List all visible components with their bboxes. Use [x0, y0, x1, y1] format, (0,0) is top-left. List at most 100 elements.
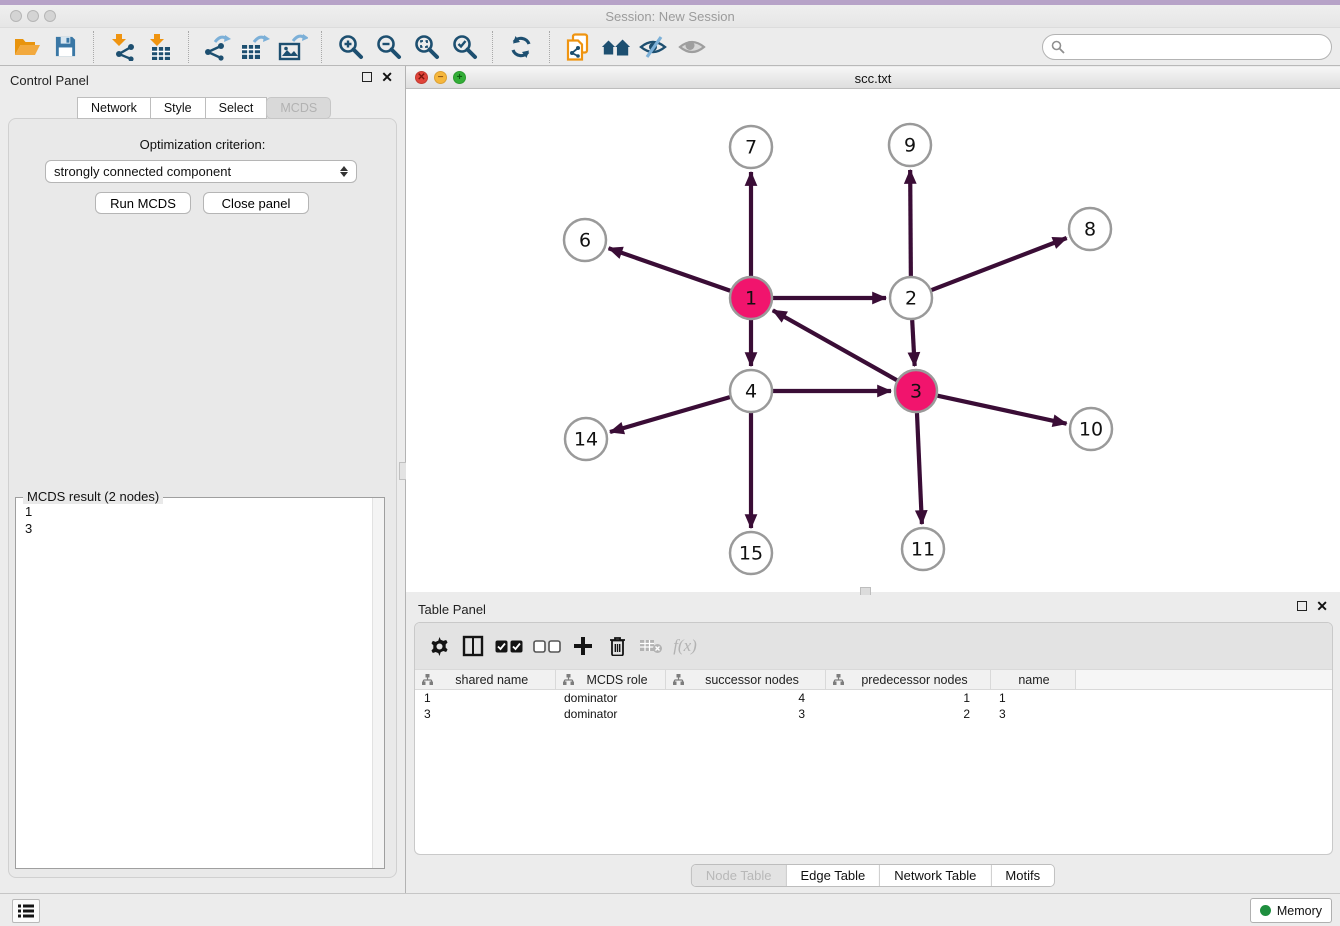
- graph-node-15[interactable]: 15: [730, 532, 772, 574]
- tab-network-table[interactable]: Network Table: [880, 865, 991, 886]
- graph-node-14[interactable]: 14: [565, 418, 607, 460]
- table-cell[interactable]: dominator: [555, 706, 665, 722]
- mcds-result-values[interactable]: 13: [16, 498, 384, 542]
- hide-selected-button[interactable]: [639, 32, 669, 62]
- graph-node-1[interactable]: 1: [730, 277, 772, 319]
- show-column-button[interactable]: [461, 633, 485, 659]
- add-column-button[interactable]: [571, 633, 595, 659]
- zoom-out-button[interactable]: [373, 32, 403, 62]
- zoom-out-icon: [375, 33, 402, 60]
- delete-table-button[interactable]: [639, 633, 663, 659]
- import-table-button[interactable]: [145, 32, 175, 62]
- open-session-button[interactable]: [12, 32, 42, 62]
- memory-button[interactable]: Memory: [1250, 898, 1332, 923]
- plus-icon: [573, 636, 593, 656]
- criterion-dropdown[interactable]: strongly connected component: [45, 160, 357, 183]
- export-table-icon: [240, 33, 270, 61]
- float-table-panel-icon[interactable]: [1297, 601, 1307, 611]
- column-header-successor-nodes[interactable]: successor nodes: [665, 670, 825, 690]
- graph-edge-2-8[interactable]: [932, 238, 1067, 290]
- delete-column-button[interactable]: [605, 633, 629, 659]
- graph-node-10[interactable]: 10: [1070, 408, 1112, 450]
- close-panel-icon[interactable]: ✕: [381, 72, 393, 82]
- table-cell[interactable]: 1: [825, 690, 990, 706]
- select-all-button[interactable]: [495, 633, 523, 659]
- tab-select[interactable]: Select: [205, 97, 268, 119]
- table-header-row: shared nameMCDS rolesuccessor nodesprede…: [415, 670, 1332, 690]
- table-cell[interactable]: 3: [415, 706, 555, 722]
- graph-edge-2-3[interactable]: [912, 320, 914, 366]
- export-image-button[interactable]: [278, 32, 308, 62]
- graph-node-8[interactable]: 8: [1069, 208, 1111, 250]
- run-mcds-button[interactable]: Run MCDS: [95, 192, 191, 214]
- zoom-selected-button[interactable]: [449, 32, 479, 62]
- tab-network[interactable]: Network: [77, 97, 151, 119]
- import-table-icon: [146, 33, 174, 61]
- graph-edge-2-9[interactable]: [910, 170, 911, 276]
- memory-status-icon: [1260, 905, 1271, 916]
- result-scrollbar[interactable]: [372, 498, 384, 868]
- table-row[interactable]: 3dominator323: [415, 706, 1332, 722]
- export-table-button[interactable]: [240, 32, 270, 62]
- new-network-from-selection-button[interactable]: [563, 32, 593, 62]
- tab-edge-table[interactable]: Edge Table: [786, 865, 880, 886]
- graph-edge-3-11[interactable]: [917, 413, 922, 524]
- network-window-titlebar[interactable]: ✕ − + scc.txt: [406, 67, 1340, 89]
- save-session-button[interactable]: [50, 32, 80, 62]
- toolbar-separator: [93, 31, 94, 63]
- table-settings-button[interactable]: [427, 633, 451, 659]
- table-cell[interactable]: 3: [990, 706, 1075, 722]
- graph-edge-3-10[interactable]: [937, 396, 1066, 424]
- tab-motifs[interactable]: Motifs: [991, 865, 1054, 886]
- network-canvas[interactable]: 7 9 6 8 1 2 4 3 14 10 15 11: [406, 89, 1340, 592]
- zoom-fit-button[interactable]: [411, 32, 441, 62]
- graph-node-2[interactable]: 2: [890, 277, 932, 319]
- first-neighbors-button[interactable]: [601, 32, 631, 62]
- mcds-result-value: 1: [25, 503, 375, 520]
- svg-text:3: 3: [910, 381, 922, 403]
- search-input[interactable]: [1042, 34, 1332, 60]
- node-table: shared nameMCDS rolesuccessor nodesprede…: [415, 669, 1332, 722]
- table-cell[interactable]: 2: [825, 706, 990, 722]
- graph-node-11[interactable]: 11: [902, 528, 944, 570]
- column-header-name[interactable]: name: [990, 670, 1075, 690]
- close-table-panel-icon[interactable]: ✕: [1316, 601, 1328, 611]
- tab-style[interactable]: Style: [150, 97, 206, 119]
- graph-edge-3-1[interactable]: [773, 310, 897, 380]
- table-cell[interactable]: dominator: [555, 690, 665, 706]
- search-icon: [1051, 40, 1065, 54]
- function-builder-button[interactable]: f(x): [673, 633, 697, 659]
- deselect-all-button[interactable]: [533, 633, 561, 659]
- zoom-in-button[interactable]: [335, 32, 365, 62]
- column-header-predecessor-nodes[interactable]: predecessor nodes: [825, 670, 990, 690]
- graph-node-4[interactable]: 4: [730, 370, 772, 412]
- task-history-button[interactable]: [12, 899, 40, 923]
- optimization-criterion-label: Optimization criterion:: [9, 137, 396, 152]
- save-icon: [54, 35, 77, 58]
- svg-text:8: 8: [1084, 219, 1096, 241]
- graph-node-7[interactable]: 7: [730, 126, 772, 168]
- graph-node-3[interactable]: 3: [895, 370, 937, 412]
- tab-node-table[interactable]: Node Table: [692, 865, 787, 886]
- table-row[interactable]: 1dominator411: [415, 690, 1332, 706]
- show-all-button[interactable]: [677, 32, 707, 62]
- export-network-button[interactable]: [202, 32, 232, 62]
- column-type-icon: [673, 674, 684, 685]
- graph-node-9[interactable]: 9: [889, 124, 931, 166]
- graph-edge-4-14[interactable]: [610, 397, 730, 432]
- close-panel-button[interactable]: Close panel: [203, 192, 309, 214]
- float-panel-icon[interactable]: [362, 72, 372, 82]
- table-cell[interactable]: 3: [665, 706, 825, 722]
- table-cell[interactable]: 4: [665, 690, 825, 706]
- graph-node-6[interactable]: 6: [564, 219, 606, 261]
- import-network-button[interactable]: [107, 32, 137, 62]
- graph-edge-1-6[interactable]: [609, 248, 731, 290]
- tab-mcds[interactable]: MCDS: [266, 97, 331, 119]
- zoom-selected-icon: [451, 33, 478, 60]
- table-cell[interactable]: 1: [415, 690, 555, 706]
- column-header-shared-name[interactable]: shared name: [415, 670, 555, 690]
- column-header-MCDS-role[interactable]: MCDS role: [555, 670, 665, 690]
- table-cell[interactable]: 1: [990, 690, 1075, 706]
- hide-eye-icon: [639, 35, 669, 59]
- refresh-view-button[interactable]: [506, 32, 536, 62]
